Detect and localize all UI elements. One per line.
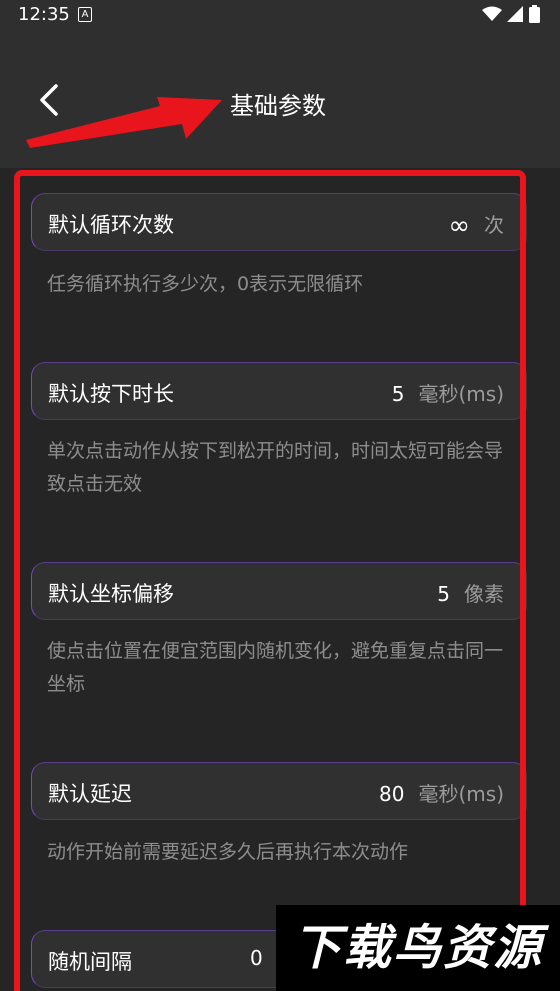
param-value-group: 80 毫秒(ms) [379, 778, 504, 807]
header: 基础参数 [0, 30, 560, 170]
status-bar: 12:35 A [0, 0, 560, 30]
param-label: 默认坐标偏移 [48, 582, 174, 606]
notification-icon: A [78, 7, 92, 22]
battery-icon [529, 5, 540, 23]
param-label: 默认延迟 [48, 782, 132, 806]
param-unit: 次 [484, 213, 504, 237]
param-value-group: 5 毫秒(ms) [392, 378, 504, 407]
param-value: 5 [391, 382, 405, 406]
param-value: 5 [437, 582, 450, 606]
param-value-group: 0 [250, 946, 277, 970]
page-title: 基础参数 [230, 92, 326, 120]
param-unit: 毫秒(ms) [418, 382, 504, 406]
param-value: 80 [379, 782, 405, 806]
wifi-icon [482, 6, 502, 21]
param-description: 单次点击动作从按下到松开的时间，时间太短可能会导致点击无效 [47, 440, 504, 495]
param-value: 0 [250, 946, 263, 970]
param-row-coordinate-offset[interactable]: 默认坐标偏移 5 像素 [31, 562, 527, 620]
param-description: 任务循环执行多少次，0表示无限循环 [47, 273, 364, 295]
param-description: 动作开始前需要延迟多久后再执行本次动作 [47, 841, 409, 863]
status-time: 12:35 [18, 4, 70, 25]
param-row-press-duration[interactable]: 默认按下时长 5 毫秒(ms) [31, 362, 527, 420]
signal-icon [507, 6, 523, 22]
watermark: 下载鸟资源 [276, 905, 560, 991]
back-button[interactable] [28, 78, 72, 122]
param-unit: 毫秒(ms) [418, 782, 504, 806]
param-value: ∞ [448, 211, 470, 241]
param-unit: 像素 [464, 582, 504, 606]
param-value-group: ∞ 次 [448, 209, 504, 241]
param-label: 随机间隔 [48, 950, 132, 974]
param-row-delay[interactable]: 默认延迟 80 毫秒(ms) [31, 762, 527, 820]
param-label: 默认循环次数 [48, 213, 174, 237]
chevron-left-icon [40, 84, 58, 116]
param-value-group: 5 像素 [437, 578, 504, 607]
param-label: 默认按下时长 [48, 382, 174, 406]
param-description: 使点击位置在便宜范围内随机变化，避免重复点击同一坐标 [47, 640, 504, 695]
param-row-loop-count[interactable]: 默认循环次数 ∞ 次 [31, 193, 527, 251]
watermark-text: 下载鸟资源 [292, 920, 543, 976]
